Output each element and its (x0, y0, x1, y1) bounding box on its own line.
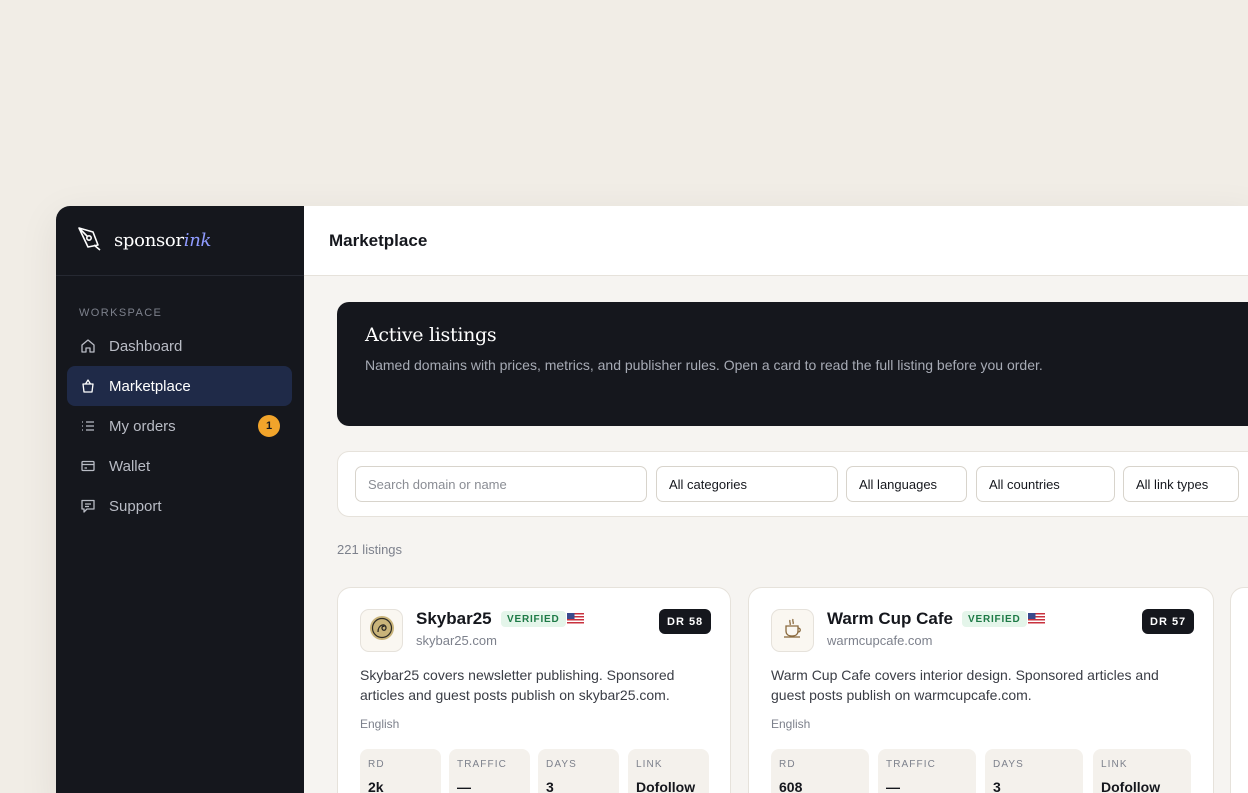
stat-label: DAYS (546, 759, 577, 770)
section-label-workspace: WORKSPACE (79, 307, 163, 319)
sidebar-item-support[interactable]: Support (67, 486, 292, 526)
search-input[interactable]: Search domain or name (355, 466, 647, 502)
brand[interactable]: sponsorink (56, 206, 304, 276)
warm-cup-cafe-logo (771, 609, 814, 652)
stat-days: DAYS 3 (538, 749, 619, 793)
skybar25-logo (360, 609, 403, 652)
stat-rd: RD 608 (771, 749, 869, 793)
verified-badge: VERIFIED (501, 611, 566, 627)
topbar: Marketplace (304, 206, 1248, 276)
sidebar: sponsorink WORKSPACE Dashboard Marketpla… (56, 206, 304, 793)
stat-label: TRAFFIC (886, 759, 936, 770)
listing-card-skybar25[interactable]: Skybar25 VERIFIED skybar25.com DR 58 Sky… (337, 587, 731, 793)
stat-value: 3 (546, 779, 554, 793)
stat-value: 608 (779, 779, 803, 793)
main-content: Marketplace Active listings Named domain… (304, 206, 1248, 793)
list-icon (79, 417, 97, 435)
stat-value: 3 (993, 779, 1001, 793)
page-title: Marketplace (329, 230, 428, 250)
listing-language: English (360, 717, 400, 731)
message-icon (79, 497, 97, 515)
stat-value: — (886, 779, 900, 793)
pen-nib-logo-icon (76, 225, 102, 256)
stat-link: LINK Dofollow (1093, 749, 1191, 793)
link-type-select[interactable]: All link types (1123, 466, 1239, 502)
app-window: sponsorink WORKSPACE Dashboard Marketpla… (56, 206, 1248, 793)
sidebar-item-label: Wallet (109, 457, 151, 475)
listing-name: Warm Cup Cafe (827, 609, 953, 628)
stat-label: LINK (636, 759, 663, 770)
hero-description: Named domains with prices, metrics, and … (365, 357, 1043, 373)
category-select[interactable]: All categories (656, 466, 838, 502)
sidebar-item-dashboard[interactable]: Dashboard (67, 326, 292, 366)
hero-title: Active listings (365, 324, 497, 346)
us-flag-icon (1028, 612, 1045, 625)
stat-rd: RD 2k (360, 749, 441, 793)
coin-logo-icon (368, 614, 396, 647)
stat-traffic: TRAFFIC — (449, 749, 530, 793)
listing-name: Skybar25 (416, 609, 492, 628)
sidebar-nav: Dashboard Marketplace My orders 1 Wallet… (56, 326, 304, 526)
language-select[interactable]: All languages (846, 466, 967, 502)
brand-name-plain: sponsor (114, 230, 184, 251)
stat-value: Dofollow (636, 779, 696, 793)
listing-domain: warmcupcafe.com (827, 633, 933, 648)
listing-description: Skybar25 covers newsletter publishing. S… (360, 667, 675, 703)
sidebar-item-label: Marketplace (109, 377, 191, 395)
sidebar-item-label: Dashboard (109, 337, 183, 355)
stat-value: Dofollow (1101, 779, 1161, 793)
stat-traffic: TRAFFIC — (878, 749, 976, 793)
stat-label: DAYS (993, 759, 1024, 770)
wallet-icon (79, 457, 97, 475)
domain-rating-badge: DR 57 (1142, 609, 1195, 634)
stat-label: TRAFFIC (457, 759, 507, 770)
brand-name-accent: ink (183, 230, 212, 251)
verified-badge: VERIFIED (962, 611, 1027, 627)
stat-value: 2k (368, 779, 384, 793)
listing-card-warm-cup-cafe[interactable]: Warm Cup Cafe VERIFIED warmcupcafe.com D… (748, 587, 1214, 793)
stat-link: LINK Dofollow (628, 749, 709, 793)
sidebar-item-wallet[interactable]: Wallet (67, 446, 292, 486)
stat-value: — (457, 779, 471, 793)
brand-name: sponsorink (114, 230, 211, 251)
domain-rating-badge: DR 58 (659, 609, 712, 634)
orders-count-badge: 1 (258, 415, 280, 437)
stat-days: DAYS 3 (985, 749, 1083, 793)
home-icon (79, 337, 97, 355)
coffee-cup-logo-icon (779, 614, 807, 647)
sidebar-item-label: Support (109, 497, 162, 515)
stat-label: LINK (1101, 759, 1128, 770)
sidebar-item-my-orders[interactable]: My orders 1 (67, 406, 292, 446)
shopping-bag-icon (79, 377, 97, 395)
stat-label: RD (368, 759, 385, 770)
us-flag-icon (567, 612, 584, 625)
listing-language: English (771, 717, 811, 731)
listing-domain: skybar25.com (416, 633, 497, 648)
stat-label: RD (779, 759, 796, 770)
filter-bar: Search domain or name All categories All… (337, 451, 1248, 517)
listing-count: 221 listings (337, 542, 403, 557)
listing-card-partial[interactable] (1230, 587, 1248, 793)
sidebar-item-marketplace[interactable]: Marketplace (67, 366, 292, 406)
listing-description: Warm Cup Cafe covers interior design. Sp… (771, 667, 1159, 703)
country-select[interactable]: All countries (976, 466, 1115, 502)
hero-banner: Active listings Named domains with price… (337, 302, 1248, 426)
sidebar-item-label: My orders (109, 417, 176, 435)
